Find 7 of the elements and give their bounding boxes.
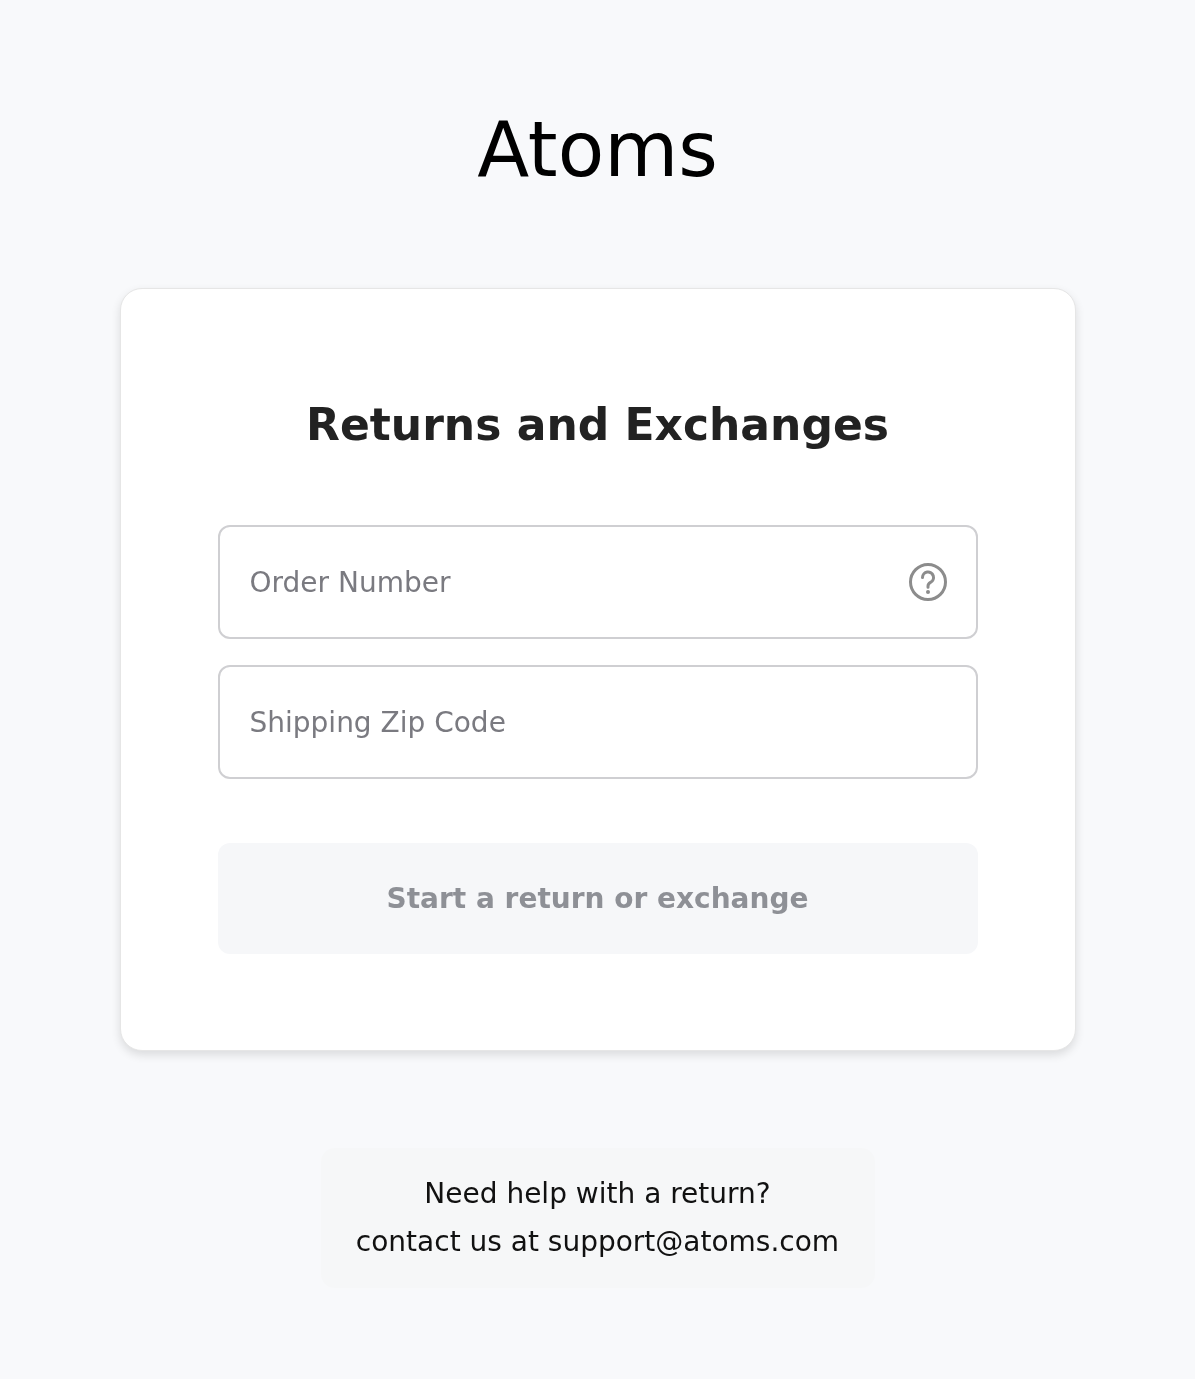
help-text: Need help with a return? [424,1176,771,1212]
form-title: Returns and Exchanges [305,398,890,452]
help-icon[interactable] [907,562,948,602]
brand-logo-text: Atoms [477,104,718,196]
input-field[interactable]: Order Number [217,525,978,639]
help-text: contact us at support@atoms.com [355,1224,840,1260]
input-field[interactable]: Shipping Zip Code [217,665,978,779]
